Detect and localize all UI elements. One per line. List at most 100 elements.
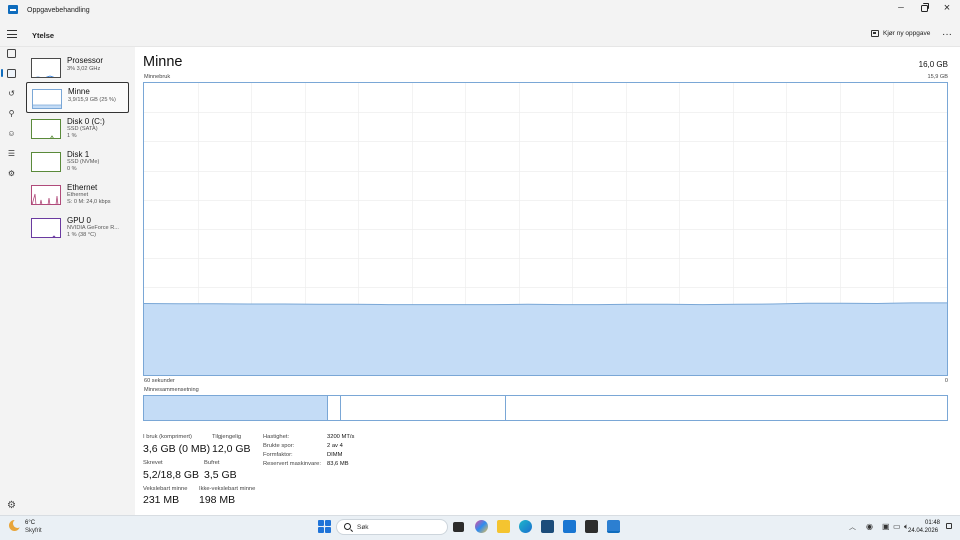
graph-time-end: 0 — [944, 378, 948, 384]
slots-used-label: Brukte spor: — [263, 443, 295, 449]
graph-time-span: 60 sekunder — [144, 378, 175, 384]
task-manager-icon — [8, 5, 18, 14]
tray-device-icon[interactable]: ▣ — [882, 522, 890, 531]
details-icon[interactable]: ☰ — [7, 149, 16, 158]
mail-icon[interactable] — [563, 520, 576, 533]
edge-icon[interactable] — [519, 520, 532, 533]
search-icon — [344, 523, 351, 530]
memory-usage-area — [144, 302, 947, 375]
sidebar-item-detail: SSD (NVMe) — [67, 159, 100, 165]
services-icon[interactable]: ⚙ — [7, 169, 16, 178]
composition-modified — [328, 396, 341, 420]
notification-icon[interactable] — [946, 523, 952, 529]
slots-used-value: 2 av 4 — [327, 443, 343, 449]
memory-composition-bar — [143, 395, 948, 421]
app-history-icon[interactable]: ↺ — [7, 89, 16, 98]
sidebar-item-disk-1[interactable]: Disk 1 SSD (NVMe) 0 % — [26, 146, 129, 177]
memory-composition-label: Minnesammensetning — [144, 387, 199, 393]
disk-1-sparkline — [31, 152, 61, 172]
sidebar-item-ethernet[interactable]: Ethernet Ethernet S: 0 M: 24,0 kbps — [26, 179, 129, 210]
sidebar-item-label: Prosessor — [67, 56, 104, 65]
chevron-up-icon[interactable]: ︿ — [849, 522, 856, 532]
weather-moon-icon[interactable] — [9, 519, 22, 531]
restore-icon — [920, 2, 929, 12]
sidebar-item-memory[interactable]: Minne 3,9/15,9 GB (25 %) — [26, 82, 129, 113]
page-section-title: Ytelse — [32, 31, 55, 40]
speed-value: 3200 MT/s — [327, 434, 355, 440]
speed-label: Hastighet: — [263, 434, 290, 440]
sidebar-item-label: Minne — [68, 87, 90, 96]
sidebar-item-detail: 3,9/15,9 GB (25 %) — [68, 97, 116, 103]
page-header — [0, 22, 960, 47]
clock-date[interactable]: 24.04.2026 — [908, 528, 938, 534]
paged-pool-value: 231 MB — [143, 494, 180, 506]
search-placeholder: Søk — [357, 524, 369, 531]
sidebar-item-gpu-0[interactable]: GPU 0 NVIDIA GeForce R... 1 % (38 °C) — [26, 212, 129, 243]
close-button[interactable]: × — [934, 0, 960, 16]
weather-temperature[interactable]: 6°C — [25, 520, 35, 526]
sidebar-item-label: Disk 0 (C:) — [67, 117, 105, 126]
performance-icon[interactable] — [7, 69, 16, 78]
nonpaged-pool-value: 198 MB — [199, 494, 236, 506]
sidebar-item-usage: 0 % — [67, 166, 77, 172]
run-task-icon — [871, 30, 879, 37]
ethernet-sparkline — [31, 185, 61, 205]
memory-usage-graph — [143, 82, 948, 376]
network-icon[interactable]: ▭ — [893, 522, 901, 531]
cached-value: 3,5 GB — [204, 469, 237, 481]
memory-usage-chart — [143, 83, 947, 375]
run-new-task-label: Kjør ny oppgave — [883, 30, 931, 37]
memory-usage-label: Minnebruk — [144, 74, 171, 80]
total-memory: 16,0 GB — [918, 60, 948, 69]
composition-standby — [341, 396, 506, 420]
sidebar-item-usage: 1 % — [67, 133, 77, 139]
available-value: 12,0 GB — [212, 443, 251, 455]
processes-icon[interactable] — [7, 49, 16, 58]
form-factor-label: Formfaktor: — [263, 452, 293, 458]
store-icon[interactable] — [541, 520, 554, 533]
run-new-task-button[interactable]: Kjør ny oppgave — [871, 30, 930, 37]
memory-sparkline — [32, 89, 62, 109]
sidebar-item-detail: Ethernet — [67, 192, 89, 198]
in-use-label: I bruk (komprimert) — [143, 434, 192, 440]
tray-app-icon[interactable]: ◉ — [866, 522, 873, 531]
taskbar-search[interactable]: Søk — [336, 519, 448, 535]
menu-icon[interactable] — [7, 30, 17, 38]
terminal-icon[interactable] — [585, 520, 598, 533]
sidebar-item-usage: 1 % (38 °C) — [67, 232, 96, 238]
hardware-reserved-value: 83,6 MB — [327, 461, 349, 467]
window-title: Oppgavebehandling — [27, 7, 90, 14]
task-manager-taskbar-icon[interactable] — [607, 520, 620, 533]
sidebar-item-processor[interactable]: Prosessor 3% 3,02 GHz — [26, 52, 129, 83]
more-options-button[interactable]: ··· — [942, 29, 952, 40]
sidebar-item-throughput: S: 0 M: 24,0 kbps — [67, 199, 111, 205]
cached-label: Bufret — [204, 460, 220, 466]
disk-0-sparkline — [31, 119, 61, 139]
title-bar — [0, 0, 960, 22]
sidebar-item-label: Disk 1 — [67, 150, 90, 159]
copilot-icon[interactable] — [475, 520, 488, 533]
clock-time[interactable]: 01:48 — [921, 520, 940, 526]
committed-label: Skrevet — [143, 460, 163, 466]
task-view-icon[interactable] — [453, 522, 464, 532]
page-title: Minne — [143, 54, 183, 70]
weather-description[interactable]: Skyfrit — [25, 528, 42, 534]
paged-pool-label: Vekslebart minne — [143, 486, 188, 492]
available-label: Tilgjengelig — [212, 434, 242, 440]
startup-apps-icon[interactable]: ⚲ — [7, 109, 16, 118]
start-button[interactable] — [318, 520, 331, 533]
processor-sparkline — [31, 58, 61, 78]
gpu-sparkline — [31, 218, 61, 238]
sidebar-item-label: GPU 0 — [67, 216, 92, 225]
in-use-value: 3,6 GB (0 MB) — [143, 443, 211, 455]
file-explorer-icon[interactable] — [497, 520, 510, 533]
settings-icon[interactable]: ⚙ — [7, 500, 16, 511]
hardware-reserved-label: Reservert maskinvare: — [263, 461, 321, 467]
composition-in-use — [144, 396, 328, 420]
sidebar-item-detail: 3% 3,02 GHz — [67, 66, 101, 72]
memory-usage-max: 15,9 GB — [927, 74, 948, 80]
users-icon[interactable]: ☺ — [7, 129, 16, 138]
form-factor-value: DIMM — [327, 452, 343, 458]
sidebar-item-disk-0[interactable]: Disk 0 (C:) SSD (SATA) 1 % — [26, 113, 129, 144]
active-nav-indicator — [1, 69, 3, 77]
